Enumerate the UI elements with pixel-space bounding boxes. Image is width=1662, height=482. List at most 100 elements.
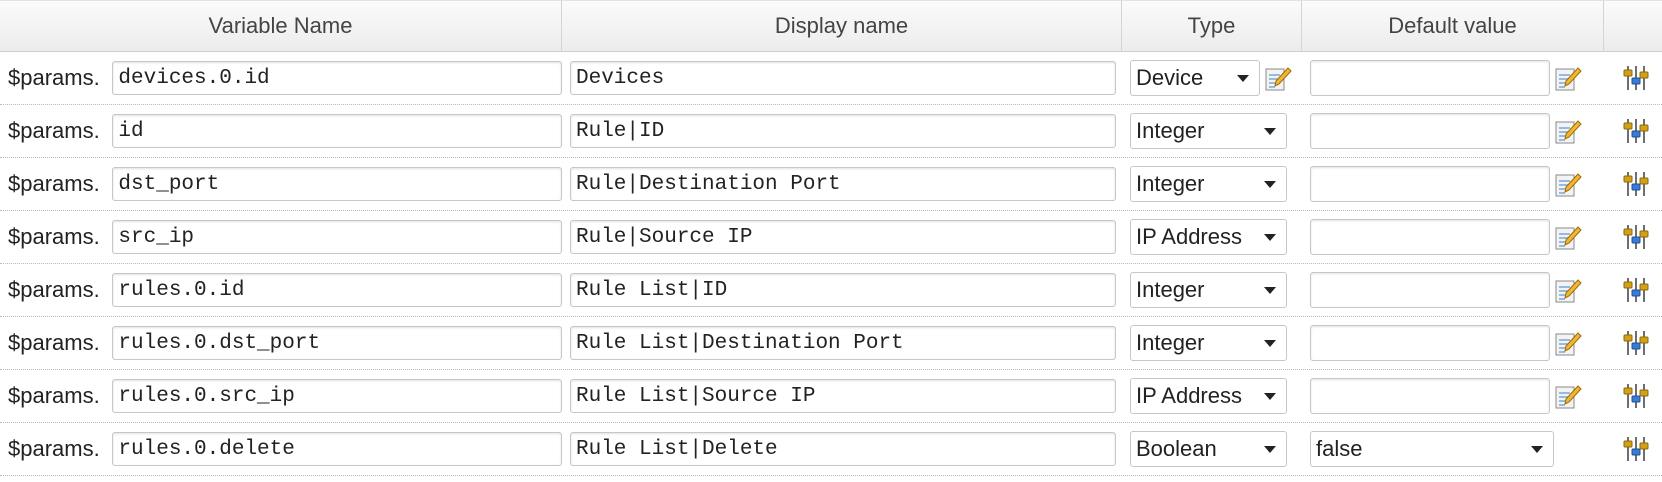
display-name-input[interactable]: Rule List|ID (570, 273, 1116, 307)
variable-name-input[interactable]: src_ip (112, 220, 562, 254)
chevron-down-icon (1264, 286, 1276, 294)
column-header-actions (1604, 1, 1662, 51)
display-name-input[interactable]: Rule|Source IP (570, 220, 1116, 254)
table-row: $params. rules.0.id Rule List|ID Integer (0, 264, 1662, 317)
params-prefix: $params. (8, 330, 100, 355)
table-row: $params. devices.0.id Devices Device (0, 52, 1662, 105)
sliders-tools-icon[interactable] (1620, 116, 1652, 146)
type-select-value: Integer (1136, 171, 1205, 196)
variable-name-input[interactable]: rules.0.delete (112, 432, 562, 466)
chevron-down-icon (1264, 180, 1276, 188)
column-header-display-name[interactable]: Display name (562, 1, 1122, 51)
display-name-value: Rule List|Source IP (576, 384, 816, 408)
default-value-input[interactable] (1310, 325, 1550, 361)
display-name-value: Rule List|ID (576, 278, 728, 302)
table-row: $params. id Rule|ID Integer (0, 105, 1662, 158)
type-select[interactable]: Integer (1130, 166, 1287, 202)
variable-name-value: rules.0.src_ip (118, 384, 295, 408)
edit-notepad-icon[interactable] (1554, 223, 1582, 251)
display-name-value: Rule List|Delete (576, 437, 778, 461)
type-select-value: IP Address (1136, 224, 1242, 249)
display-name-input[interactable]: Devices (570, 61, 1116, 95)
chevron-down-icon (1264, 339, 1276, 347)
sliders-tools-icon[interactable] (1620, 63, 1652, 93)
default-value-select[interactable]: false (1310, 431, 1554, 467)
display-name-input[interactable]: Rule List|Source IP (570, 379, 1116, 413)
default-value-input[interactable] (1310, 60, 1550, 96)
variable-name-input[interactable]: rules.0.src_ip (112, 379, 562, 413)
display-name-value: Rule List|Destination Port (576, 331, 904, 355)
type-select[interactable]: IP Address (1130, 378, 1287, 414)
variable-name-value: rules.0.dst_port (118, 331, 321, 355)
params-prefix: $params. (8, 118, 100, 143)
chevron-down-icon (1264, 445, 1276, 453)
type-select[interactable]: Integer (1130, 113, 1287, 149)
default-value-input[interactable] (1310, 378, 1550, 414)
default-value-input[interactable] (1310, 166, 1550, 202)
variable-name-value: id (118, 119, 144, 143)
display-name-input[interactable]: Rule|ID (570, 114, 1116, 148)
chevron-down-icon (1237, 74, 1249, 82)
column-header-variable-name[interactable]: Variable Name (0, 1, 562, 51)
sliders-tools-icon[interactable] (1620, 434, 1652, 464)
display-name-input[interactable]: Rule List|Delete (570, 432, 1116, 466)
type-select-value: Device (1136, 65, 1204, 90)
display-name-input[interactable]: Rule List|Destination Port (570, 326, 1116, 360)
edit-notepad-icon[interactable] (1554, 382, 1582, 410)
type-select[interactable]: Device (1130, 60, 1260, 96)
type-select-value: IP Address (1136, 383, 1242, 408)
variable-name-input[interactable]: dst_port (112, 167, 562, 201)
column-header-default-value[interactable]: Default value (1302, 1, 1604, 51)
default-value-input[interactable] (1310, 113, 1550, 149)
variable-name-value: src_ip (118, 225, 195, 249)
chevron-down-icon (1264, 127, 1276, 135)
type-select-value: Boolean (1136, 436, 1217, 461)
edit-notepad-icon[interactable] (1554, 170, 1582, 198)
type-select-value: Integer (1136, 118, 1205, 143)
params-prefix: $params. (8, 277, 100, 302)
type-select[interactable]: Boolean (1130, 431, 1287, 467)
sliders-tools-icon[interactable] (1620, 169, 1652, 199)
edit-notepad-icon[interactable] (1554, 276, 1582, 304)
display-name-value: Rule|Destination Port (576, 172, 841, 196)
default-value-input[interactable] (1310, 272, 1550, 308)
variable-name-value: rules.0.id (118, 278, 245, 302)
variable-name-value: rules.0.delete (118, 437, 295, 461)
default-value-select-value: false (1316, 436, 1363, 461)
display-name-value: Devices (576, 66, 665, 90)
chevron-down-icon (1531, 445, 1543, 453)
variable-name-value: devices.0.id (118, 66, 270, 90)
type-select[interactable]: Integer (1130, 272, 1287, 308)
table-row: $params. rules.0.delete Rule List|Delete… (0, 423, 1662, 476)
type-select[interactable]: IP Address (1130, 219, 1287, 255)
table-row: $params. dst_port Rule|Destination Port … (0, 158, 1662, 211)
sliders-tools-icon[interactable] (1620, 222, 1652, 252)
params-prefix: $params. (8, 65, 100, 90)
table-body: $params. devices.0.id Devices Device $pa… (0, 52, 1662, 476)
edit-notepad-icon[interactable] (1554, 64, 1582, 92)
edit-notepad-icon[interactable] (1554, 329, 1582, 357)
variable-name-input[interactable]: rules.0.dst_port (112, 326, 562, 360)
variable-name-input[interactable]: devices.0.id (112, 61, 562, 95)
edit-notepad-icon[interactable] (1264, 64, 1292, 92)
params-prefix: $params. (8, 171, 100, 196)
edit-notepad-icon[interactable] (1554, 117, 1582, 145)
sliders-tools-icon[interactable] (1620, 275, 1652, 305)
sliders-tools-icon[interactable] (1620, 328, 1652, 358)
sliders-tools-icon[interactable] (1620, 381, 1652, 411)
variable-name-input[interactable]: id (112, 114, 562, 148)
chevron-down-icon (1264, 233, 1276, 241)
type-select[interactable]: Integer (1130, 325, 1287, 361)
table-row: $params. rules.0.dst_port Rule List|Dest… (0, 317, 1662, 370)
display-name-value: Rule|ID (576, 119, 665, 143)
display-name-input[interactable]: Rule|Destination Port (570, 167, 1116, 201)
column-header-type[interactable]: Type (1122, 1, 1302, 51)
display-name-value: Rule|Source IP (576, 225, 753, 249)
params-prefix: $params. (8, 383, 100, 408)
parameters-table: Variable Name Display name Type Default … (0, 0, 1662, 476)
variable-name-value: dst_port (118, 172, 220, 196)
chevron-down-icon (1264, 392, 1276, 400)
params-prefix: $params. (8, 224, 100, 249)
variable-name-input[interactable]: rules.0.id (112, 273, 562, 307)
default-value-input[interactable] (1310, 219, 1550, 255)
